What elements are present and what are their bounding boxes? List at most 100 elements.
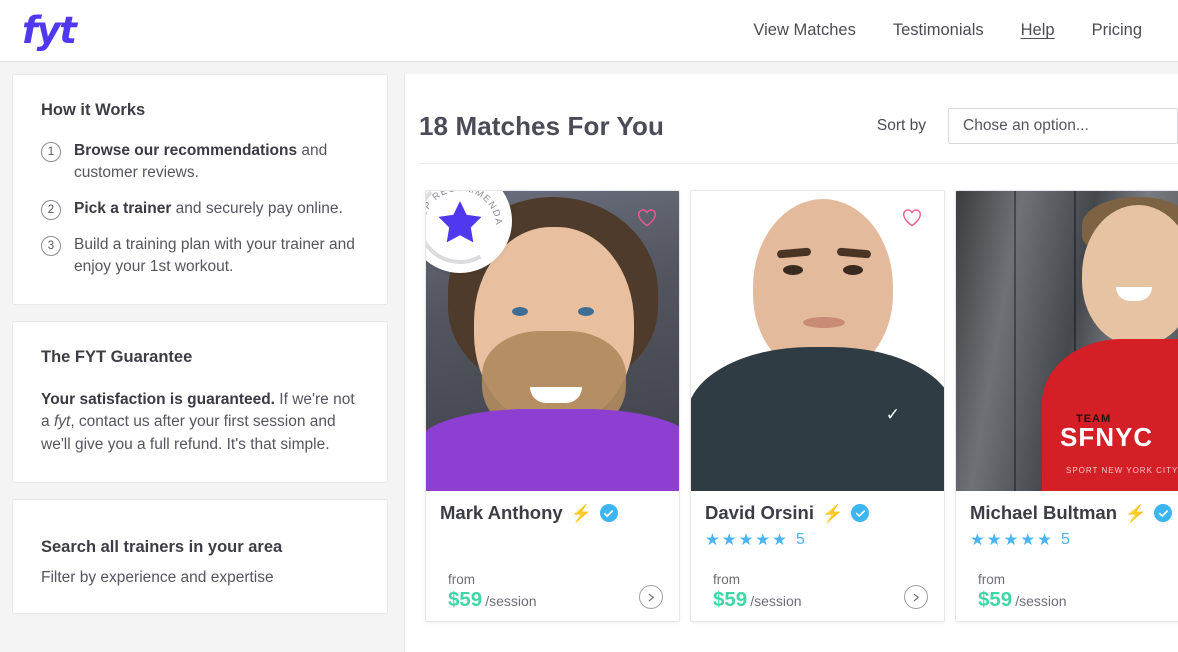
search-card-subtitle: Filter by experience and expertise bbox=[41, 569, 274, 587]
site-header: fyt View Matches Testimonials Help Prici… bbox=[0, 0, 1178, 62]
price-line: $59 /session bbox=[978, 588, 1067, 612]
price-unit: /session bbox=[1015, 593, 1067, 609]
sort-select[interactable]: Chose an option... bbox=[948, 108, 1178, 144]
trainer-photo: TEAM SFNYC SPORT NEW YORK CITY bbox=[956, 191, 1178, 491]
photo-shape-eye-right bbox=[843, 265, 863, 275]
nav-item-testimonials[interactable]: Testimonials bbox=[893, 21, 984, 40]
trainer-name: David Orsini bbox=[705, 502, 814, 523]
how-it-works-card: How it Works 1 Browse our recommendation… bbox=[12, 74, 388, 305]
price-line: $59 /session bbox=[448, 588, 537, 612]
photo-shape-eye-left bbox=[783, 265, 803, 275]
guarantee-text: Your satisfaction is guaranteed. If we'r… bbox=[41, 389, 359, 456]
trainer-info: Mark Anthony ⚡ from $59 /session bbox=[426, 491, 679, 621]
favorite-heart-icon[interactable] bbox=[637, 209, 657, 232]
price-block: from $59 /session bbox=[448, 572, 537, 612]
how-it-works-steps: 1 Browse our recommendations and custome… bbox=[41, 140, 359, 278]
top-recommendation-badge: TOP RECOMMENDATION bbox=[426, 191, 512, 273]
main-content: 18 Matches For You Sort by Chose an opti… bbox=[404, 74, 1178, 652]
lightning-bolt-icon: ⚡ bbox=[1125, 503, 1147, 523]
step-text: Pick a trainer and securely pay online. bbox=[74, 198, 343, 220]
table-row[interactable]: TEAM SFNYC SPORT NEW YORK CITY Michael B… bbox=[955, 190, 1178, 622]
nav-item-pricing[interactable]: Pricing bbox=[1092, 21, 1142, 40]
step-number: 3 bbox=[41, 236, 61, 256]
trainer-name: Mark Anthony bbox=[440, 502, 563, 523]
trainer-photo: ✓ bbox=[691, 191, 944, 491]
price-block: from $59 /session bbox=[978, 572, 1067, 612]
guarantee-bold: Your satisfaction is guaranteed. bbox=[41, 391, 275, 408]
guarantee-italic-fyt: fyt bbox=[53, 413, 71, 431]
sort-control: Sort by Chose an option... bbox=[877, 108, 1178, 144]
guarantee-part2: , contact us after your first session an… bbox=[41, 413, 336, 453]
trainer-info: David Orsini ⚡ ★★★★★ 5 from $59 /session bbox=[691, 491, 944, 621]
photo-shape-shirt bbox=[691, 347, 944, 491]
photo-shape-mouth bbox=[530, 387, 582, 403]
nav-item-view-matches[interactable]: View Matches bbox=[753, 21, 855, 40]
price-amount: $59 bbox=[448, 588, 483, 611]
step-text: Browse our recommendations and customer … bbox=[74, 140, 359, 184]
matches-header: 18 Matches For You Sort by Chose an opti… bbox=[405, 74, 1178, 144]
price-amount: $59 bbox=[713, 588, 748, 611]
rating-row: ★★★★★ 5 bbox=[970, 530, 1178, 550]
trainer-name-row: David Orsini ⚡ bbox=[705, 502, 930, 524]
guarantee-title: The FYT Guarantee bbox=[41, 348, 193, 366]
table-row[interactable]: TOP RECOMMENDATION Mark Anthony ⚡ bbox=[425, 190, 680, 622]
verified-check-icon bbox=[1154, 504, 1173, 522]
rating-row: ★★★★★ 5 bbox=[705, 530, 930, 550]
photo-shape-panel-seam bbox=[1014, 191, 1016, 491]
star-icon bbox=[438, 201, 482, 243]
how-it-works-title: How it Works bbox=[41, 101, 146, 119]
view-trainer-arrow-button[interactable] bbox=[639, 585, 663, 609]
price-unit: /session bbox=[750, 593, 802, 609]
trainer-info: Michael Bultman ⚡ ★★★★★ 5 from $59 /sess… bbox=[956, 491, 1178, 621]
favorite-heart-icon[interactable] bbox=[902, 209, 922, 232]
search-card-title: Search all trainers in your area bbox=[41, 538, 283, 557]
rating-value: 5 bbox=[1060, 531, 1070, 548]
shirt-text-sub: SPORT NEW YORK CITY bbox=[1066, 466, 1178, 475]
price-from-label: from bbox=[448, 572, 475, 587]
list-item: 1 Browse our recommendations and custome… bbox=[41, 140, 359, 184]
nike-swoosh-logo-icon: ✓ bbox=[885, 405, 900, 424]
shirt-text-main: SFNYC bbox=[1060, 422, 1154, 452]
verified-check-icon bbox=[599, 504, 618, 522]
price-unit: /session bbox=[485, 593, 537, 609]
view-trainer-arrow-button[interactable] bbox=[904, 585, 928, 609]
list-item: 2 Pick a trainer and securely pay online… bbox=[41, 198, 359, 220]
trainer-name-row: Michael Bultman ⚡ bbox=[970, 502, 1178, 524]
rating-value: 5 bbox=[795, 531, 805, 548]
photo-shape-eye-left bbox=[512, 307, 528, 316]
table-row[interactable]: ✓ David Orsini ⚡ ★★★★★ 5 from $59 /sessi… bbox=[690, 190, 945, 622]
trainer-photo: TOP RECOMMENDATION bbox=[426, 191, 679, 491]
photo-shape-eye-right bbox=[578, 307, 594, 316]
search-trainers-card[interactable]: Search all trainers in your area Filter … bbox=[12, 499, 388, 615]
trainer-name: Michael Bultman bbox=[970, 502, 1117, 523]
main-navigation: View Matches Testimonials Help Pricing bbox=[753, 21, 1142, 40]
step-text-bold: Pick a trainer bbox=[74, 200, 172, 217]
price-line: $59 /session bbox=[713, 588, 802, 612]
fyt-logo[interactable]: fyt bbox=[22, 12, 77, 49]
sort-by-label: Sort by bbox=[876, 117, 926, 134]
step-number: 1 bbox=[41, 142, 61, 162]
list-item: 3 Build a training plan with your traine… bbox=[41, 234, 359, 278]
trainer-card-list: TOP RECOMMENDATION Mark Anthony ⚡ bbox=[405, 164, 1178, 622]
trainer-name-row: Mark Anthony ⚡ bbox=[440, 502, 665, 524]
price-from-label: from bbox=[713, 572, 740, 587]
page-title: 18 Matches For You bbox=[419, 110, 665, 141]
step-text-bold: Browse our recommendations bbox=[74, 142, 298, 159]
price-from-label: from bbox=[978, 572, 1005, 587]
sidebar: How it Works 1 Browse our recommendation… bbox=[0, 62, 400, 652]
page-body: How it Works 1 Browse our recommendation… bbox=[0, 62, 1178, 652]
step-text: Build a training plan with your trainer … bbox=[74, 236, 355, 275]
step-text-rest: and securely pay online. bbox=[171, 200, 343, 217]
verified-check-icon bbox=[851, 504, 870, 522]
photo-shape-shirt bbox=[426, 409, 679, 491]
lightning-bolt-icon: ⚡ bbox=[821, 503, 844, 523]
lightning-bolt-icon: ⚡ bbox=[570, 503, 592, 523]
star-rating-icons: ★★★★★ bbox=[970, 531, 1054, 549]
star-rating-icons: ★★★★★ bbox=[705, 531, 789, 549]
step-number: 2 bbox=[41, 200, 61, 220]
photo-shape-lips bbox=[803, 317, 845, 328]
price-block: from $59 /session bbox=[713, 572, 802, 612]
photo-shape-head bbox=[1082, 205, 1178, 345]
price-amount: $59 bbox=[978, 588, 1013, 611]
nav-item-help[interactable]: Help bbox=[1021, 21, 1055, 40]
